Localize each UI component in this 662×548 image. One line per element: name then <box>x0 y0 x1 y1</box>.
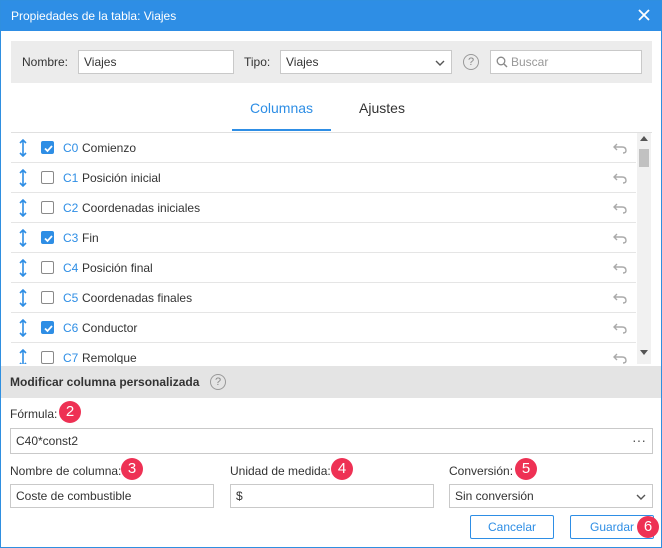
drag-handle-icon[interactable] <box>18 229 28 247</box>
column-code: C2 <box>63 201 79 215</box>
drag-handle-icon[interactable] <box>18 319 28 337</box>
drag-handle-icon[interactable] <box>18 169 28 187</box>
column-checkbox[interactable] <box>41 201 54 214</box>
more-options-icon[interactable]: ··· <box>632 433 646 447</box>
column-checkbox[interactable] <box>41 321 54 334</box>
column-name-label: Nombre de columna: <box>10 464 122 478</box>
title-bar: Propiedades de la tabla: Viajes <box>1 1 661 31</box>
tab-ajustes[interactable]: Ajustes <box>340 93 424 131</box>
column-code: C7 <box>63 351 79 364</box>
column-name: Posición final <box>82 261 153 275</box>
custom-column-title: Modificar columna personalizada <box>10 375 200 389</box>
callout-badge-2: 2 <box>59 401 81 423</box>
drag-handle-icon[interactable] <box>18 349 28 364</box>
conversion-select[interactable]: Sin conversión <box>449 484 653 508</box>
list-scrollbar[interactable] <box>637 133 651 364</box>
chevron-down-icon <box>435 60 445 66</box>
undo-icon[interactable] <box>613 202 627 214</box>
column-checkbox[interactable] <box>41 291 54 304</box>
list-item[interactable]: C5 Coordenadas finales <box>11 283 636 313</box>
list-item[interactable]: C4 Posición final <box>11 253 636 283</box>
column-name: Coordenadas iniciales <box>82 201 201 215</box>
callout-badge-6: 6 <box>637 516 659 538</box>
dialog-title: Propiedades de la tabla: Viajes <box>11 9 177 23</box>
column-name: Posición inicial <box>82 171 161 185</box>
scroll-down-arrow[interactable] <box>640 350 648 355</box>
callout-badge-4: 4 <box>331 458 353 480</box>
list-item[interactable]: C2 Coordenadas iniciales <box>11 193 636 223</box>
undo-icon[interactable] <box>613 352 627 364</box>
type-select[interactable]: Viajes <box>280 50 452 74</box>
custom-column-header: Modificar columna personalizada ? <box>1 366 661 398</box>
search-icon <box>496 56 508 68</box>
tab-bar: Columnas Ajustes <box>1 93 661 133</box>
column-code: C1 <box>63 171 79 185</box>
column-checkbox[interactable] <box>41 231 54 244</box>
undo-icon[interactable] <box>613 262 627 274</box>
search-input[interactable]: Buscar <box>490 50 642 74</box>
column-code: C3 <box>63 231 79 245</box>
list-item[interactable]: C0 Comienzo <box>11 133 636 163</box>
name-input[interactable]: Viajes <box>78 50 234 74</box>
undo-icon[interactable] <box>613 292 627 304</box>
column-name: Remolque <box>82 351 137 364</box>
column-name: Coordenadas finales <box>82 291 193 305</box>
column-checkbox[interactable] <box>41 261 54 274</box>
conversion-select-value: Sin conversión <box>455 489 534 503</box>
column-checkbox[interactable] <box>41 141 54 154</box>
formula-label: Fórmula: <box>10 407 58 421</box>
formula-input[interactable]: C40*const2 ··· <box>10 428 653 454</box>
column-code: C6 <box>63 321 79 335</box>
chevron-down-icon <box>636 494 646 500</box>
list-item[interactable]: C7 Remolque <box>11 343 636 364</box>
scroll-up-arrow[interactable] <box>640 136 648 141</box>
column-code: C4 <box>63 261 79 275</box>
list-item[interactable]: C1 Posición inicial <box>11 163 636 193</box>
column-name-input[interactable]: Coste de combustible <box>10 484 214 508</box>
tab-columnas[interactable]: Columnas <box>232 93 331 131</box>
cancel-button[interactable]: Cancelar <box>470 515 554 539</box>
undo-icon[interactable] <box>613 172 627 184</box>
formula-value: C40*const2 <box>16 434 79 448</box>
callout-badge-3: 3 <box>121 458 143 480</box>
drag-handle-icon[interactable] <box>18 139 28 157</box>
list-item[interactable]: C6 Conductor <box>11 313 636 343</box>
undo-icon[interactable] <box>613 142 627 154</box>
column-checkbox[interactable] <box>41 351 54 364</box>
column-name: Comienzo <box>82 141 137 155</box>
undo-icon[interactable] <box>613 322 627 334</box>
close-icon[interactable] <box>635 6 653 24</box>
column-code: C5 <box>63 291 79 305</box>
column-code: C0 <box>63 141 79 155</box>
unit-input[interactable]: $ <box>230 484 434 508</box>
help-icon[interactable]: ? <box>463 54 479 70</box>
type-select-value: Viajes <box>286 55 319 69</box>
drag-handle-icon[interactable] <box>18 199 28 217</box>
column-list: C0 Comienzo C1 Posición inicial C2 Coordenada… <box>11 132 652 364</box>
column-name: Conductor <box>82 321 138 335</box>
drag-handle-icon[interactable] <box>18 289 28 307</box>
undo-icon[interactable] <box>613 232 627 244</box>
list-item[interactable]: C3 Fin <box>11 223 636 253</box>
callout-badge-5: 5 <box>515 458 537 480</box>
table-properties-dialog: Propiedades de la tabla: Viajes Nombre: … <box>0 0 662 548</box>
search-placeholder: Buscar <box>511 55 549 69</box>
column-checkbox[interactable] <box>41 171 54 184</box>
name-label: Nombre: <box>22 55 69 69</box>
unit-label: Unidad de medida: <box>230 464 331 478</box>
filter-bar: Nombre: Viajes Tipo: Viajes ? Buscar <box>11 41 652 83</box>
type-label: Tipo: <box>244 55 271 69</box>
conversion-label: Conversión: <box>449 464 514 478</box>
scroll-thumb[interactable] <box>639 149 649 167</box>
custom-help-icon[interactable]: ? <box>210 374 226 390</box>
drag-handle-icon[interactable] <box>18 259 28 277</box>
column-name: Fin <box>82 231 99 245</box>
